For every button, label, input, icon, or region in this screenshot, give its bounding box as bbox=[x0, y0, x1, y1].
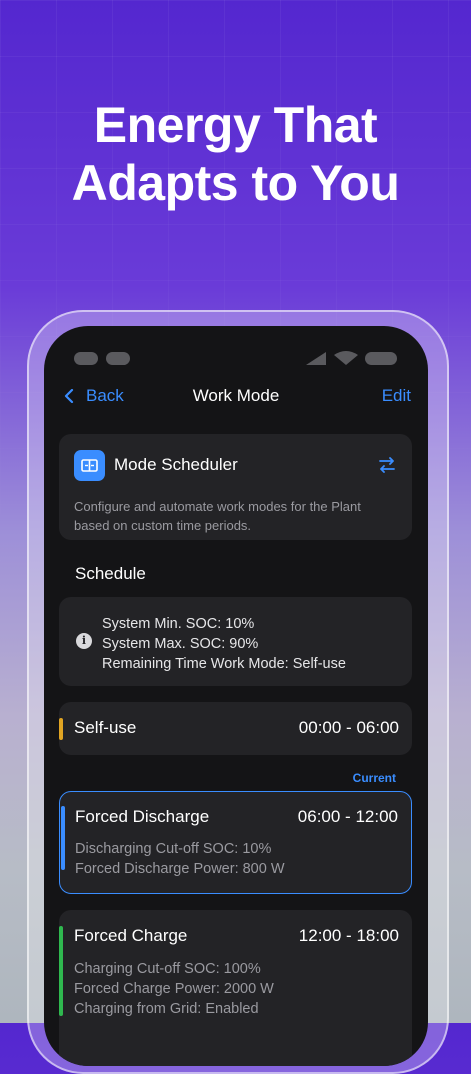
mode-time-range: 00:00 - 06:00 bbox=[298, 718, 399, 737]
navigation-bar: Back Work Mode Edit bbox=[44, 384, 428, 408]
schedule-heading: Schedule bbox=[75, 564, 146, 583]
min-soc-text: System Min. SOC: 10% bbox=[102, 616, 255, 632]
wifi-icon bbox=[334, 351, 358, 365]
mode-detail-line: Charging Cut-off SOC: 100% bbox=[74, 961, 261, 977]
mode-color-bar bbox=[59, 718, 63, 740]
mode-color-bar bbox=[59, 926, 63, 1016]
scheduler-title: Mode Scheduler bbox=[114, 455, 238, 474]
mode-name: Forced Discharge bbox=[75, 807, 210, 826]
phone-screen: Back Work Mode Edit Mode Scheduler Confi… bbox=[44, 326, 428, 1066]
headline-line-1: Energy That bbox=[93, 97, 378, 153]
mode-scheduler-card: Mode Scheduler Configure and automate wo… bbox=[59, 434, 412, 540]
mode-time-range: 12:00 - 18:00 bbox=[298, 926, 399, 945]
status-pill-left-2 bbox=[106, 352, 130, 365]
schedule-info-card: i System Min. SOC: 10% System Max. SOC: … bbox=[59, 597, 412, 686]
cellular-signal-icon bbox=[306, 352, 326, 365]
edit-button[interactable]: Edit bbox=[382, 386, 411, 406]
page-title: Work Mode bbox=[192, 386, 280, 405]
scheduler-description: Configure and automate work modes for th… bbox=[74, 499, 361, 533]
mode-detail-line: Forced Discharge Power: 800 W bbox=[75, 861, 285, 877]
swap-arrows-icon[interactable] bbox=[377, 455, 397, 475]
info-icon: i bbox=[76, 633, 92, 649]
headline-line-2: Adapts to You bbox=[71, 155, 400, 211]
remaining-mode-text: Remaining Time Work Mode: Self-use bbox=[102, 656, 346, 672]
mode-detail-line: Forced Charge Power: 2000 W bbox=[74, 981, 274, 997]
mode-details: Charging Cut-off SOC: 100% Forced Charge… bbox=[74, 959, 274, 1019]
mode-details: Discharging Cut-off SOC: 10% Forced Disc… bbox=[75, 839, 285, 879]
current-badge: Current bbox=[352, 771, 396, 785]
mode-name: Self-use bbox=[74, 718, 137, 737]
mode-card-forced-discharge[interactable]: Forced Discharge 06:00 - 12:00 Dischargi… bbox=[59, 791, 412, 894]
mode-time-range: 06:00 - 12:00 bbox=[297, 807, 398, 826]
mode-card-forced-charge[interactable]: Forced Charge 12:00 - 18:00 Charging Cut… bbox=[59, 910, 412, 1066]
mode-name: Forced Charge bbox=[74, 926, 188, 945]
headline: Energy That Adapts to You bbox=[0, 96, 471, 212]
status-bar bbox=[44, 351, 428, 368]
max-soc-text: System Max. SOC: 90% bbox=[102, 636, 259, 652]
mode-card-self-use[interactable]: Self-use 00:00 - 06:00 bbox=[59, 702, 412, 755]
mode-detail-line: Charging from Grid: Enabled bbox=[74, 1001, 259, 1017]
scheduler-icon bbox=[74, 450, 105, 481]
mode-detail-line: Discharging Cut-off SOC: 10% bbox=[75, 841, 272, 857]
mode-color-bar bbox=[61, 806, 65, 870]
battery-icon bbox=[365, 352, 397, 365]
status-pill-left-1 bbox=[74, 352, 98, 365]
schedule-info-lines: System Min. SOC: 10% System Max. SOC: 90… bbox=[102, 614, 346, 674]
